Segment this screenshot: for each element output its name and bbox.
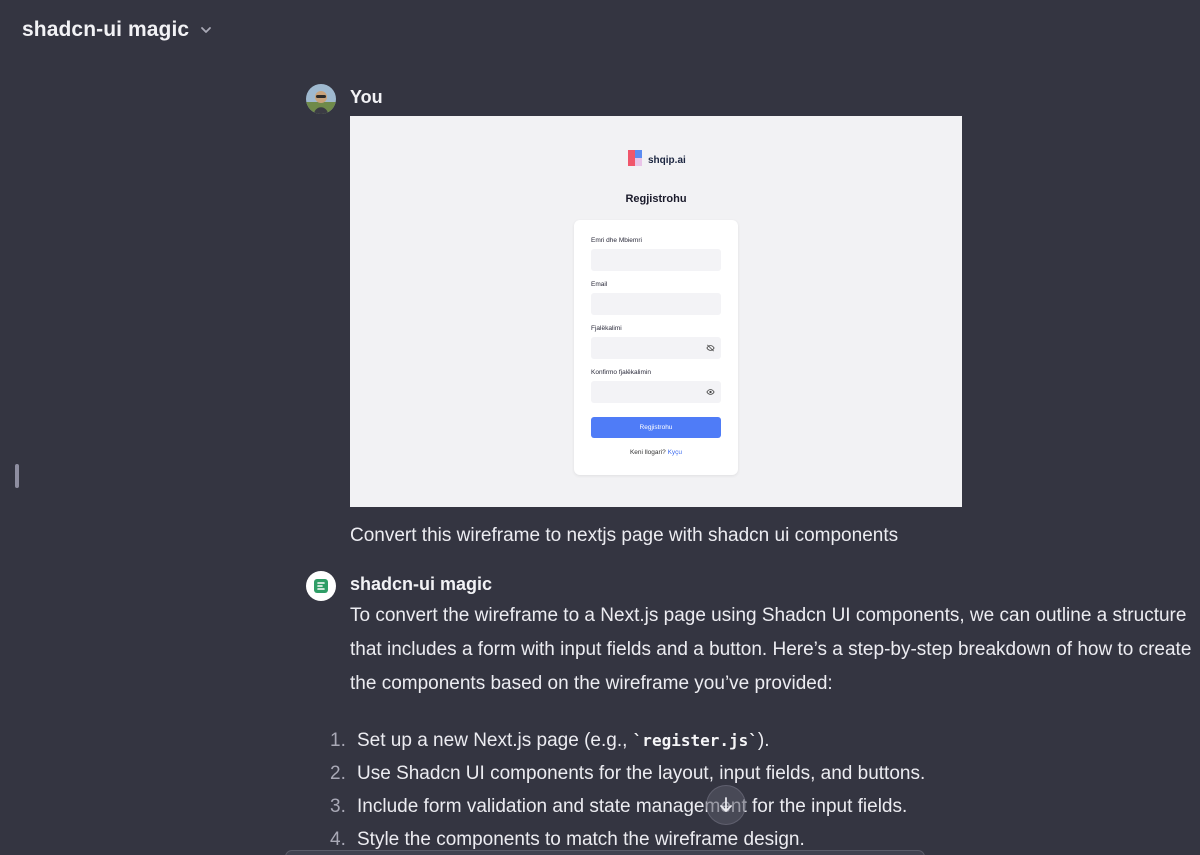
- wireframe-footer: Keni llogari? Kyçu: [574, 449, 738, 456]
- wireframe-name-input: [591, 249, 721, 271]
- wireframe-heading: Regjistrohu: [625, 193, 687, 205]
- wireframe-register-button: Regjistrohu: [591, 417, 721, 438]
- model-title: shadcn-ui magic: [22, 18, 190, 41]
- wireframe-logo-text: shqip.ai: [648, 154, 686, 166]
- list-number: 3.: [330, 795, 346, 817]
- list-number: 1.: [330, 729, 346, 751]
- eye-off-icon: [706, 344, 715, 352]
- assistant-avatar: [306, 571, 336, 601]
- eye-icon: [706, 389, 715, 395]
- list-item: 3. Include form validation and state man…: [330, 790, 1200, 823]
- assistant-paragraph: To convert the wireframe to a Next.js pa…: [350, 605, 1192, 694]
- attached-wireframe-image[interactable]: shqip.ai Regjistrohu Emri dhe Mbiemri Em…: [350, 116, 962, 507]
- step-text: Style the components to match the wirefr…: [357, 828, 805, 850]
- wireframe-field-label: Emri dhe Mbiemri: [591, 237, 642, 244]
- step-text-after: ).: [757, 729, 770, 751]
- chat-app: shadcn-ui magic You shqip.ai Regjistrohu…: [0, 0, 1200, 855]
- message-composer[interactable]: [285, 850, 925, 855]
- step-text: Include form validation and state manage…: [357, 795, 908, 817]
- wireframe-field-label: Fjalëkalimi: [591, 325, 622, 332]
- assistant-author-name: shadcn-ui magic: [350, 574, 493, 594]
- user-avatar: [306, 84, 336, 114]
- wireframe-field-label: Konfirmo fjalëkalimin: [591, 369, 651, 376]
- wireframe-field-label: Email: [591, 281, 608, 288]
- wireframe-confirm-input: [591, 381, 721, 403]
- user-message-text: Convert this wireframe to nextjs page wi…: [350, 525, 899, 546]
- inline-code: `register.js`: [632, 730, 758, 750]
- wireframe-footer-text: Keni llogari?: [629, 449, 666, 456]
- list-number: 2.: [330, 762, 346, 784]
- wireframe-logo: shqip.ai: [628, 149, 686, 167]
- user-author-name: You: [350, 87, 383, 107]
- step-text: Use Shadcn UI components for the layout,…: [357, 762, 926, 784]
- step-text: Set up a new Next.js page (e.g.,: [357, 729, 633, 751]
- assistant-steps-list: 1. Set up a new Next.js page (e.g., `reg…: [330, 724, 1200, 855]
- arrow-down-icon: [720, 797, 732, 812]
- list-item: 2. Use Shadcn UI components for the layo…: [330, 757, 1200, 790]
- wireframe-form-card: Emri dhe Mbiemri Email Fjalëkalimi Konfi…: [574, 220, 738, 475]
- shqip-logo-icon: [628, 150, 642, 166]
- list-item: 1. Set up a new Next.js page (e.g., `reg…: [330, 724, 1200, 757]
- shadcn-magic-icon: [314, 579, 328, 593]
- model-selector[interactable]: shadcn-ui magic: [22, 18, 213, 42]
- list-number: 4.: [330, 828, 346, 850]
- wireframe-password-input: [591, 337, 721, 359]
- sidebar-toggle-handle[interactable]: [15, 464, 19, 488]
- wireframe-email-input: [591, 293, 721, 315]
- wireframe-login-link: Kyçu: [667, 449, 683, 456]
- scroll-to-bottom-button[interactable]: [706, 785, 746, 825]
- chevron-down-icon: [201, 27, 212, 33]
